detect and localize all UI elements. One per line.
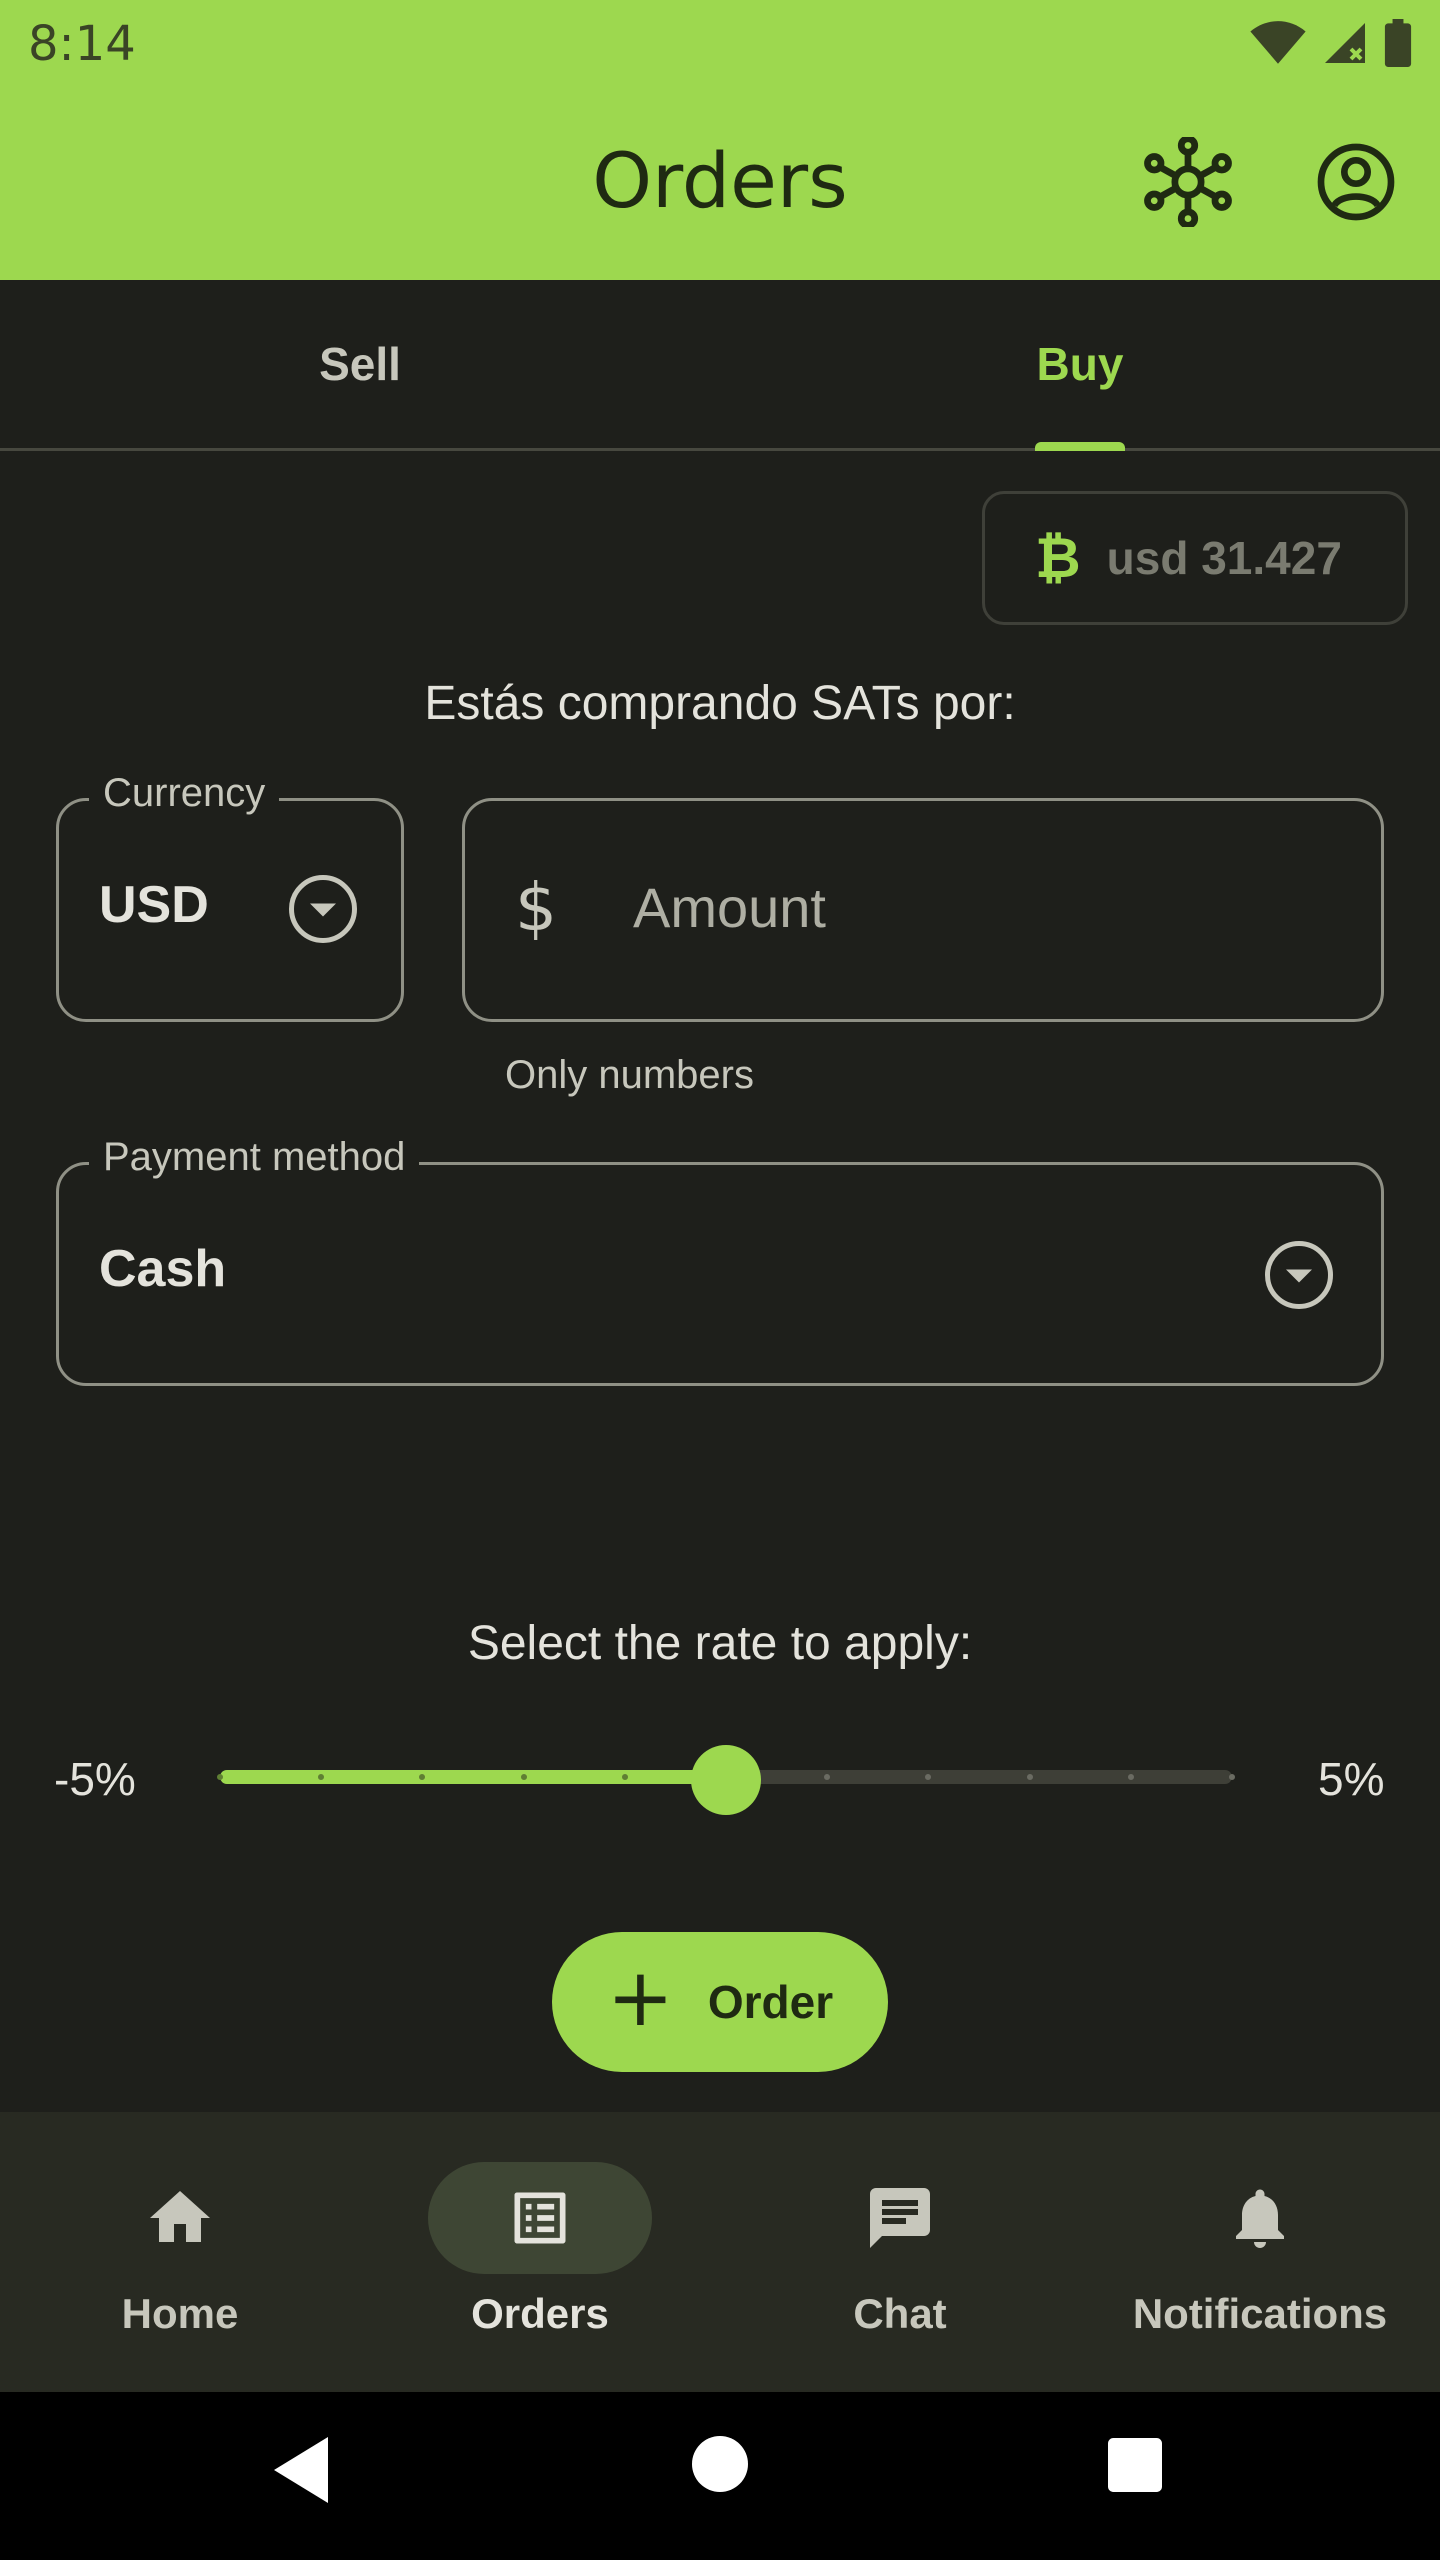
nav-label: Notifications [1132, 2290, 1388, 2337]
rate-slider-tick [824, 1774, 831, 1780]
app-bar: Orders [0, 84, 1440, 280]
bitcoin-icon: ₿ [1035, 526, 1081, 591]
order-type-tabs: Sell Buy [0, 280, 1440, 451]
tab-sell[interactable]: Sell [0, 280, 720, 448]
create-order-label: Order [707, 1976, 834, 2028]
exchange-rate-chip: ₿ usd 31.427 [982, 491, 1408, 625]
relays-button[interactable] [1140, 134, 1236, 230]
rate-max-label: 5% [1318, 1753, 1385, 1805]
nav-label: Home [121, 2290, 239, 2337]
payment-method-value: Cash [99, 1240, 227, 1298]
account-circle-icon [1317, 143, 1395, 221]
amount-placeholder: Amount [633, 876, 826, 939]
status-bar: 8:14 [0, 0, 1440, 84]
nav-label: Chat [853, 2290, 947, 2337]
payment-method-dropdown[interactable]: Payment method Cash [56, 1135, 1384, 1386]
rate-slider-thumb[interactable] [691, 1745, 761, 1815]
plus-icon: + [606, 1951, 674, 2044]
tab-buy[interactable]: Buy [720, 280, 1440, 448]
rate-slider-tick [520, 1774, 527, 1780]
create-order-button[interactable]: + Order [552, 1932, 888, 2072]
active-tab-indicator [1035, 442, 1125, 451]
rate-slider-tick [925, 1774, 932, 1780]
payment-method-label: Payment method [89, 1135, 420, 1180]
nav-label: Orders [471, 2290, 609, 2337]
back-icon[interactable] [268, 2434, 334, 2506]
currency-dropdown[interactable]: Currency USD [56, 771, 404, 1022]
rate-slider-tick [621, 1774, 628, 1780]
rate-slider-tick [1127, 1774, 1134, 1780]
wifi-icon [1250, 21, 1306, 64]
nav-item-chat[interactable]: Chat [720, 2112, 1080, 2392]
exchange-rate-value: usd 31.427 [1106, 532, 1342, 584]
form-subtitle: Estás comprando SATs por: [424, 677, 1016, 730]
rate-slider-tick [1229, 1774, 1235, 1780]
list-icon [360, 2176, 720, 2260]
status-time: 8:14 [28, 16, 136, 72]
signal-icon [1325, 23, 1365, 63]
dollar-icon: $ [515, 869, 557, 946]
relays-network-icon [1144, 137, 1232, 227]
rate-label: Select the rate to apply: [467, 1617, 973, 1670]
nav-item-notifications[interactable]: Notifications [1080, 2112, 1440, 2392]
account-button[interactable] [1308, 134, 1404, 230]
status-icons [1250, 18, 1412, 68]
amount-input[interactable]: $ Amount [462, 798, 1384, 1022]
rate-min-label: -5% [54, 1753, 136, 1805]
currency-value: USD [99, 876, 209, 934]
nav-item-home[interactable]: Home [0, 2112, 360, 2392]
nav-item-orders[interactable]: Orders [360, 2112, 720, 2392]
amount-helper-text: Only numbers [505, 1053, 754, 1097]
bell-icon [1080, 2176, 1440, 2260]
bottom-navigation: Home Orders Chat Notifications [0, 2112, 1440, 2392]
rate-slider-tick [1026, 1774, 1033, 1780]
chat-icon [720, 2176, 1080, 2260]
battery-icon [1384, 19, 1412, 67]
chevron-down-icon [1265, 1241, 1333, 1309]
rate-slider-tick [217, 1774, 223, 1780]
home-circle-icon[interactable] [692, 2436, 748, 2492]
currency-label: Currency [89, 771, 280, 816]
chevron-down-icon [289, 875, 357, 943]
rate-slider-fill [220, 1770, 726, 1784]
home-icon [0, 2176, 360, 2260]
system-navigation-bar [0, 2392, 1440, 2560]
recents-square-icon[interactable] [1108, 2438, 1162, 2492]
